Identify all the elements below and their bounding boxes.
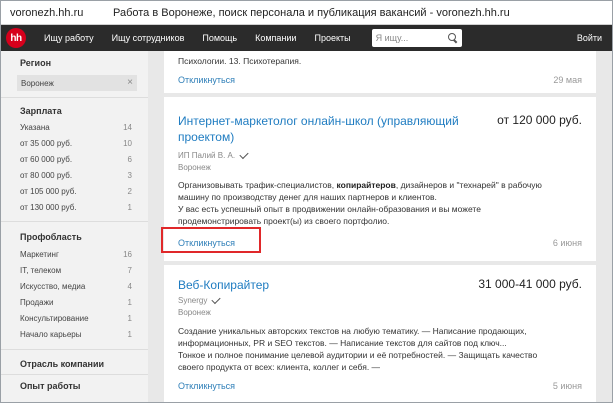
salary-filter-item[interactable]: от 80 000 руб. 3 (20, 171, 132, 180)
search-icon[interactable] (447, 33, 458, 43)
field-filter-item[interactable]: Продажи 1 (20, 298, 132, 307)
filter-label: Искусство, медиа (20, 282, 86, 291)
desc-text: информационных, PR и SEO текстов. — Напи… (178, 338, 507, 348)
region-heading: Регион (20, 58, 51, 68)
sidebar-divider (1, 221, 148, 222)
sidebar-divider (1, 97, 148, 98)
filter-count: 10 (123, 139, 132, 148)
sidebar-divider (1, 374, 148, 375)
vacancy-salary: от 120 000 руб. (497, 113, 582, 127)
filter-count: 1 (127, 330, 132, 339)
region-chip-label: Воронеж (21, 78, 54, 88)
filter-count: 7 (127, 266, 132, 275)
respond-button[interactable]: Откликнуться (178, 75, 235, 85)
salary-filter-item[interactable]: от 60 000 руб. 6 (20, 155, 132, 164)
filter-count: 1 (127, 298, 132, 307)
company-name: Synergy (178, 296, 208, 305)
browser-domain[interactable]: voronezh.hh.ru (1, 7, 105, 19)
field-filter-item[interactable]: Маркетинг 16 (20, 250, 132, 259)
vacancy-date: 5 июня (552, 381, 582, 391)
vacancy-city: Воронеж (178, 163, 211, 172)
vacancy-snippet: Психологии. 13. Психотерапия. (178, 56, 302, 66)
hh-logo[interactable]: hh (6, 28, 26, 48)
field-heading: Профобласть (20, 232, 82, 242)
nav-find-employees[interactable]: Ищу сотрудников (103, 33, 194, 43)
field-filter-item[interactable]: Искусство, медиа 4 (20, 282, 132, 291)
vacancy-title-line: проектом) (178, 130, 235, 144)
filter-count: 6 (127, 155, 132, 164)
field-filter-item[interactable]: IT, телеком 7 (20, 266, 132, 275)
vacancy-date: 29 мая (553, 75, 582, 85)
vacancy-company[interactable]: ИП Палий В. А. (178, 149, 249, 160)
vacancy-title-line: Интернет-маркетолог онлайн-школ (управля… (178, 114, 459, 128)
nav-find-job[interactable]: Ищу работу (35, 33, 103, 43)
filter-label: от 35 000 руб. (20, 139, 73, 148)
nav-help[interactable]: Помощь (193, 33, 246, 43)
browser-page-title: Работа в Воронеже, поиск персонала и пуб… (113, 6, 510, 19)
vacancy-card: Веб-Копирайтер 31 000-41 000 руб. Synerg… (164, 265, 596, 402)
vacancy-title-link[interactable]: Интернет-маркетолог онлайн-школ (управля… (178, 113, 459, 145)
filter-label: Консультирование (20, 314, 89, 323)
region-chip[interactable]: Воронеж × (17, 75, 137, 91)
filter-label: от 130 000 руб. (20, 203, 77, 212)
respond-button[interactable]: Откликнуться (178, 381, 235, 391)
desc-text: продемонстрировать проект(ы) из своего п… (178, 216, 390, 226)
vacancy-salary: 31 000-41 000 руб. (478, 277, 582, 291)
desc-text: машину по производству денег для наших п… (178, 192, 437, 202)
desc-text: Тонкое и полное понимание целевой аудито… (178, 350, 538, 360)
filter-count: 1 (127, 203, 132, 212)
salary-filter-item[interactable]: Указана 14 (20, 123, 132, 132)
filter-label: IT, телеком (20, 266, 62, 275)
salary-filter-item[interactable]: от 130 000 руб. 1 (20, 203, 132, 212)
vacancy-card: Психологии. 13. Психотерапия. Откликнуть… (164, 51, 596, 93)
salary-heading: Зарплата (20, 106, 62, 116)
desc-highlight: копирайтеров (336, 180, 396, 190)
vacancy-company[interactable]: Synergy (178, 294, 221, 305)
vacancy-title-link[interactable]: Веб-Копирайтер (178, 277, 269, 293)
vacancy-description: Создание уникальных авторских текстов на… (178, 325, 578, 373)
close-icon[interactable]: × (127, 77, 133, 88)
field-filter-item[interactable]: Консультирование 1 (20, 314, 132, 323)
filter-label: Начало карьеры (20, 330, 82, 339)
respond-highlight-frame (161, 227, 261, 253)
desc-text: У вас есть успешный опыт в продвижении о… (178, 204, 481, 214)
nav-projects[interactable]: Проекты (305, 33, 359, 43)
verified-check-icon (211, 294, 221, 305)
company-name: ИП Палий В. А. (178, 151, 236, 160)
browser-window: voronezh.hh.ru Работа в Воронеже, поиск … (0, 0, 613, 403)
filter-label: от 105 000 руб. (20, 187, 77, 196)
filter-count: 1 (127, 314, 132, 323)
experience-heading[interactable]: Опыт работы (20, 381, 80, 391)
industry-heading[interactable]: Отрасль компании (20, 359, 104, 369)
field-filter-item[interactable]: Начало карьеры 1 (20, 330, 132, 339)
desc-text: , дизайнеров и "технарей" в рабочую (395, 180, 542, 190)
search-input[interactable] (375, 33, 440, 43)
filter-count: 16 (123, 250, 132, 259)
filter-count: 14 (123, 123, 132, 132)
desc-text: своего продукта от всех: клиента, коллег… (178, 362, 381, 372)
filter-label: Маркетинг (20, 250, 59, 259)
site-header: hh Ищу работу Ищу сотрудников Помощь Ком… (1, 25, 612, 51)
desc-text: Организовывать трафик-специалистов, (178, 180, 337, 190)
salary-filter-item[interactable]: от 35 000 руб. 10 (20, 139, 132, 148)
verified-check-icon (239, 149, 249, 160)
search-box[interactable] (371, 29, 462, 47)
filters-sidebar: Регион Воронеж × Зарплата Указана 14 от 3… (1, 51, 148, 402)
vacancy-date: 6 июня (552, 238, 582, 248)
filter-count: 4 (127, 282, 132, 291)
sidebar-divider (1, 349, 148, 350)
filter-label: Продажи (20, 298, 54, 307)
desc-text: Создание уникальных авторских текстов на… (178, 326, 527, 336)
vacancy-city: Воронеж (178, 308, 211, 317)
filter-label: от 60 000 руб. (20, 155, 73, 164)
browser-title-bar: voronezh.hh.ru Работа в Воронеже, поиск … (1, 1, 612, 25)
filter-label: от 80 000 руб. (20, 171, 73, 180)
filter-count: 3 (127, 171, 132, 180)
filter-label: Указана (20, 123, 50, 132)
vacancy-description: Организовывать трафик-специалистов, копи… (178, 179, 578, 227)
login-link[interactable]: Войти (577, 33, 602, 43)
filter-count: 2 (127, 187, 132, 196)
nav-companies[interactable]: Компании (246, 33, 305, 43)
salary-filter-item[interactable]: от 105 000 руб. 2 (20, 187, 132, 196)
